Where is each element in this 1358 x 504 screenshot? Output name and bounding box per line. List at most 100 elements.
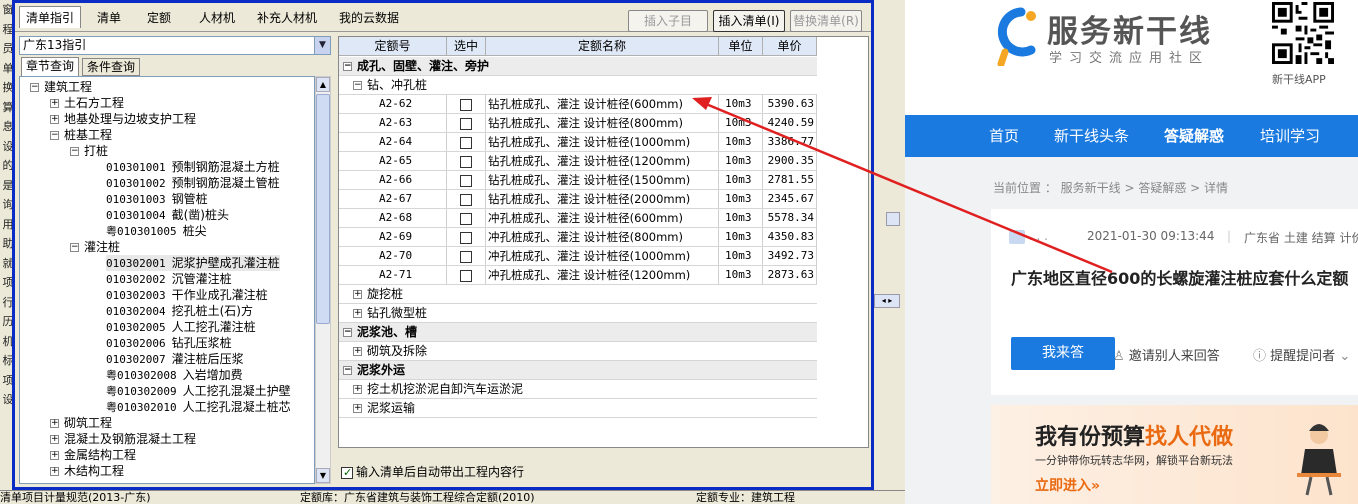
quota-row[interactable]: A2-67 钻孔桩成孔、灌注 设计桩径(2000mm) 10m3 2345.67: [339, 190, 817, 209]
tree-item-chapter[interactable]: + 木结构工程: [50, 463, 124, 479]
grid-group[interactable]: − 钻、冲孔桩: [339, 76, 817, 95]
collapse-icon[interactable]: −: [353, 81, 362, 90]
scroll-thumb[interactable]: [316, 94, 330, 324]
row-select-checkbox[interactable]: [460, 212, 472, 225]
expand-icon[interactable]: +: [50, 99, 59, 108]
tree-item-earthwork[interactable]: + 土石方工程: [50, 95, 124, 111]
tree-leaf[interactable]: 010301001 预制钢筋混凝土方桩: [106, 159, 280, 175]
tree-item-chapter[interactable]: + 混凝土及钢筋混凝土工程: [50, 431, 196, 447]
tree-root[interactable]: − 建筑工程: [30, 79, 92, 95]
tree-leaf[interactable]: 010302004 挖孔桩土(石)方: [106, 303, 253, 319]
answer-button[interactable]: 我来答: [1011, 337, 1115, 370]
auto-content-option[interactable]: 输入清单后自动带出工程内容行: [341, 464, 524, 481]
standard-select[interactable]: 广东13指引 ▼: [19, 36, 331, 55]
insert-child-button[interactable]: 插入子目: [628, 10, 708, 32]
breadcrumb[interactable]: 当前位置 ： 服务新干线 > 答疑解惑 > 详情: [993, 179, 1228, 196]
row-select-checkbox[interactable]: [460, 269, 472, 282]
tree-leaf[interactable]: 010302001 泥浆护壁成孔灌注桩: [106, 255, 280, 271]
invite-answer-link[interactable]: ♙ 邀请别人来回答: [1113, 345, 1220, 364]
tree-scrollbar[interactable]: ▲ ▼: [315, 76, 331, 484]
quota-row[interactable]: A2-69 冲孔桩成孔、灌注 设计桩径(800mm) 10m3 4350.83: [339, 228, 817, 247]
select-cell[interactable]: [447, 247, 486, 265]
tree-item-driven[interactable]: − 打桩: [70, 143, 108, 159]
grid-group[interactable]: + 砌筑及拆除: [339, 342, 817, 361]
expand-icon[interactable]: +: [353, 347, 362, 356]
tree-leaf[interactable]: 010302007 灌注桩后压浆: [106, 351, 244, 367]
tab-material[interactable]: 人材机: [193, 7, 241, 29]
tab-bill[interactable]: 清单: [91, 7, 127, 29]
collapse-icon[interactable]: −: [50, 131, 59, 140]
tree-leaf[interactable]: 010301002 预制钢筋混凝土管桩: [106, 175, 280, 191]
tree-leaf[interactable]: 010301004 截(凿)桩头: [106, 207, 229, 223]
expand-icon[interactable]: +: [50, 451, 59, 460]
quota-row[interactable]: A2-65 钻孔桩成孔、灌注 设计桩径(1200mm) 10m3 2900.35: [339, 152, 817, 171]
quota-row[interactable]: A2-63 钻孔桩成孔、灌注 设计桩径(800mm) 10m3 4240.59: [339, 114, 817, 133]
tree-item-pile[interactable]: − 桩基工程: [50, 127, 112, 143]
row-select-checkbox[interactable]: [460, 231, 472, 244]
tree-leaf[interactable]: 粤010302010 人工挖孔混凝土桩芯: [106, 399, 291, 415]
select-cell[interactable]: [447, 114, 486, 132]
collapse-icon[interactable]: −: [70, 147, 79, 156]
nav-qa[interactable]: 答疑解惑: [1164, 115, 1224, 157]
grid-group[interactable]: + 旋挖桩: [339, 285, 817, 304]
row-select-checkbox[interactable]: [460, 117, 472, 130]
row-select-checkbox[interactable]: [460, 193, 472, 206]
expand-icon[interactable]: +: [353, 290, 362, 299]
tree-leaf[interactable]: 010301003 钢管桩: [106, 191, 208, 207]
auto-content-checkbox[interactable]: [341, 465, 353, 481]
site-title[interactable]: 服务新干线: [1047, 6, 1212, 51]
grid-group[interactable]: + 挖土机挖淤泥自卸汽车运淤泥: [339, 380, 817, 399]
row-select-checkbox[interactable]: [460, 174, 472, 187]
tree-leaf[interactable]: 粤010302009 人工挖孔混凝土护壁: [106, 383, 291, 399]
question-tags[interactable]: 广东省 土建 结算 计价: [1244, 229, 1358, 246]
asker-avatar[interactable]: . . .: [1009, 229, 1048, 244]
row-select-checkbox[interactable]: [460, 250, 472, 263]
promo-banner[interactable]: 我有份预算找人代做 一分钟带你玩转志华网，解锁平台新玩法 立即进入»: [991, 405, 1358, 504]
scroll-up-icon[interactable]: ▲: [316, 77, 330, 92]
collapse-icon[interactable]: −: [70, 243, 79, 252]
grid-section[interactable]: − 泥浆外运: [339, 361, 817, 380]
row-select-checkbox[interactable]: [460, 155, 472, 168]
expand-icon[interactable]: +: [50, 467, 59, 476]
quota-row[interactable]: A2-68 冲孔桩成孔、灌注 设计桩径(600mm) 10m3 5578.34: [339, 209, 817, 228]
row-select-checkbox[interactable]: [460, 136, 472, 149]
bg-scroll-box[interactable]: [886, 212, 900, 226]
expand-icon[interactable]: +: [50, 435, 59, 444]
banner-enter-link[interactable]: 立即进入»: [1035, 475, 1100, 495]
nav-training[interactable]: 培训学习: [1260, 115, 1320, 157]
tree-leaf[interactable]: 粤010301005 桩尖: [106, 223, 207, 239]
select-cell[interactable]: [447, 171, 486, 189]
tree-leaf[interactable]: 粤010302008 入岩增加费: [106, 367, 243, 383]
chevron-down-icon[interactable]: ▼: [314, 37, 330, 54]
select-cell[interactable]: [447, 228, 486, 246]
tab-my-cloud[interactable]: 我的云数据: [333, 7, 405, 29]
nav-home[interactable]: 首页: [989, 115, 1019, 157]
expand-icon[interactable]: +: [50, 115, 59, 124]
insert-bill-button[interactable]: 插入清单(I): [713, 10, 785, 32]
tab-quota[interactable]: 定额: [141, 7, 177, 29]
quota-row[interactable]: A2-62 钻孔桩成孔、灌注 设计桩径(600mm) 10m3 5390.63: [339, 95, 817, 114]
grid-group[interactable]: + 泥浆运输: [339, 399, 817, 418]
quota-row[interactable]: A2-71 冲孔桩成孔、灌注 设计桩径(1200mm) 10m3 2873.63: [339, 266, 817, 285]
replace-bill-button[interactable]: 替换清单(R): [790, 10, 862, 32]
tree-item-chapter[interactable]: + 砌筑工程: [50, 415, 112, 431]
tab-supplement-material[interactable]: 补充人材机: [251, 7, 323, 29]
tree-item-chapter[interactable]: + 金属结构工程: [50, 447, 136, 463]
quota-row[interactable]: A2-64 钻孔桩成孔、灌注 设计桩径(1000mm) 10m3 3386.77: [339, 133, 817, 152]
nav-headlines[interactable]: 新干线头条: [1054, 115, 1129, 157]
grid-group[interactable]: + 钻孔微型桩: [339, 304, 817, 323]
expand-icon[interactable]: +: [353, 309, 362, 318]
tab-bill-guide[interactable]: 清单指引: [19, 6, 82, 28]
subtab-chapter[interactable]: 章节查询: [21, 57, 80, 76]
select-cell[interactable]: [447, 152, 486, 170]
row-select-checkbox[interactable]: [460, 98, 472, 111]
select-cell[interactable]: [447, 133, 486, 151]
expand-icon[interactable]: +: [353, 385, 362, 394]
collapse-icon[interactable]: −: [343, 328, 352, 337]
expand-icon[interactable]: +: [50, 419, 59, 428]
collapse-icon[interactable]: −: [30, 83, 39, 92]
select-cell[interactable]: [447, 190, 486, 208]
tree-leaf[interactable]: 010302006 钻孔压浆桩: [106, 335, 232, 351]
brand-logo-icon[interactable]: [991, 6, 1041, 66]
grid-section[interactable]: − 成孔、固壁、灌注、旁护: [339, 57, 817, 76]
